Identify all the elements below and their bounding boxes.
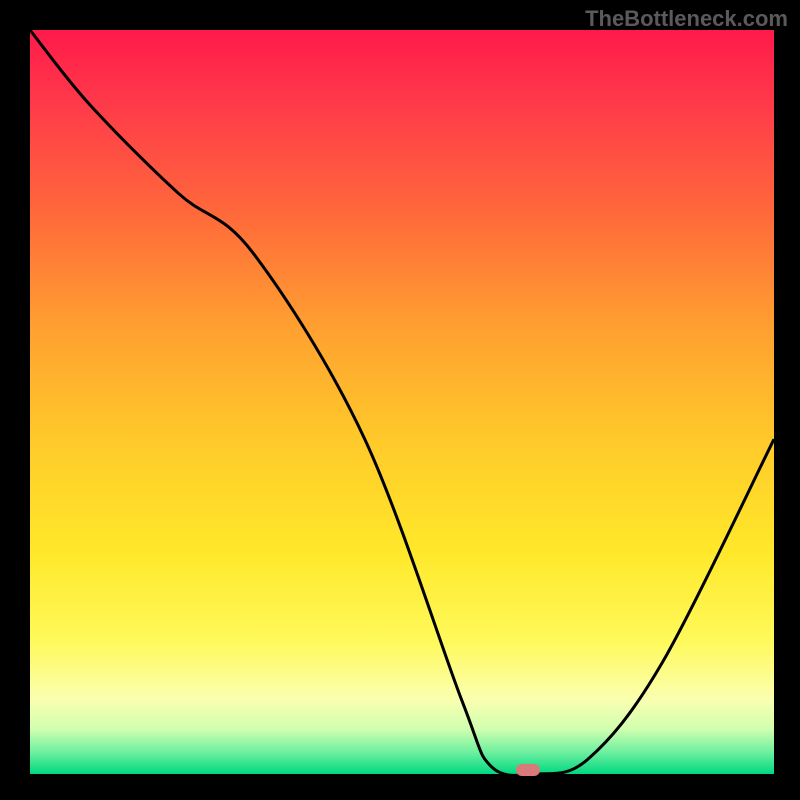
bottleneck-curve bbox=[30, 30, 774, 774]
chart-container: TheBottleneck.com bbox=[0, 0, 800, 800]
plot-area bbox=[28, 28, 776, 776]
optimal-marker bbox=[516, 764, 540, 776]
watermark-text: TheBottleneck.com bbox=[585, 6, 788, 32]
